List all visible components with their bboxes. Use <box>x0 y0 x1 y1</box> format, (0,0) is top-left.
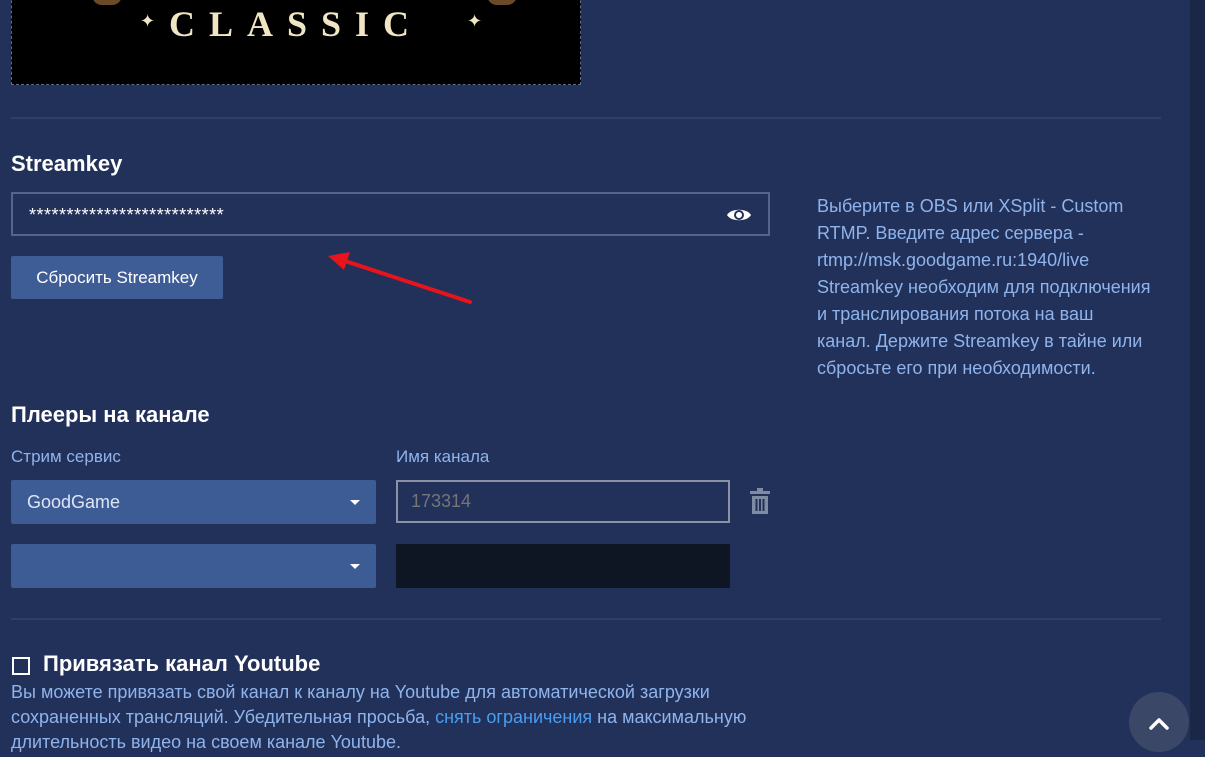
trash-icon[interactable] <box>749 488 771 514</box>
annotation-arrow <box>328 252 472 304</box>
stream-service-label: Стрим сервис <box>11 447 121 466</box>
youtube-link-checkbox[interactable] <box>12 657 30 675</box>
channel-name-label: Имя канала <box>396 447 490 466</box>
stream-service-select[interactable]: GoodGame <box>11 480 376 524</box>
streamkey-title: Streamkey <box>11 151 123 176</box>
channel-name-input-empty[interactable] <box>396 544 730 588</box>
streamkey-masked-value: ************************** <box>29 205 225 225</box>
stream-service-value: GoodGame <box>27 492 121 512</box>
help-line: и транслирования потока на ваш <box>817 304 1094 324</box>
page-scroll-gutter <box>1190 0 1205 740</box>
help-line: Выберите в OBS или XSplit - Custom <box>817 196 1124 216</box>
section-divider <box>11 117 1161 119</box>
help-line: Streamkey необходим для подключения <box>817 277 1151 297</box>
banner-logo-text: CLASSIC <box>168 4 424 44</box>
section-divider <box>11 618 1161 620</box>
chevron-down-icon <box>350 500 360 505</box>
players-title: Плееры на канале <box>11 402 210 427</box>
youtube-description: Вы можете привязать свой канал к каналу … <box>11 680 781 755</box>
channel-banner-image: ✦ ✦ CLASSIC <box>11 0 581 85</box>
streamkey-field[interactable]: ************************** <box>11 192 770 236</box>
eye-icon[interactable] <box>726 206 752 224</box>
remove-limits-link[interactable]: снять ограничения <box>435 707 592 727</box>
chevron-up-icon <box>1149 718 1169 730</box>
stream-service-select-empty[interactable] <box>11 544 376 588</box>
channel-name-input[interactable] <box>396 480 730 523</box>
reset-streamkey-button[interactable]: Сбросить Streamkey <box>11 256 223 299</box>
scroll-to-top-button[interactable] <box>1129 692 1189 752</box>
youtube-link-title: Привязать канал Youtube <box>43 651 321 676</box>
help-line: RTMP. Введите адрес сервера - <box>817 223 1084 243</box>
streamkey-help-text: Выберите в OBS или XSplit - Custom RTMP.… <box>817 193 1167 382</box>
chevron-down-icon <box>350 564 360 569</box>
help-line: канал. Держите Streamkey в тайне или <box>817 331 1143 351</box>
help-line: сбросьте его при необходимости. <box>817 358 1096 378</box>
help-line: rtmp://msk.goodgame.ru:1940/live <box>817 250 1090 270</box>
